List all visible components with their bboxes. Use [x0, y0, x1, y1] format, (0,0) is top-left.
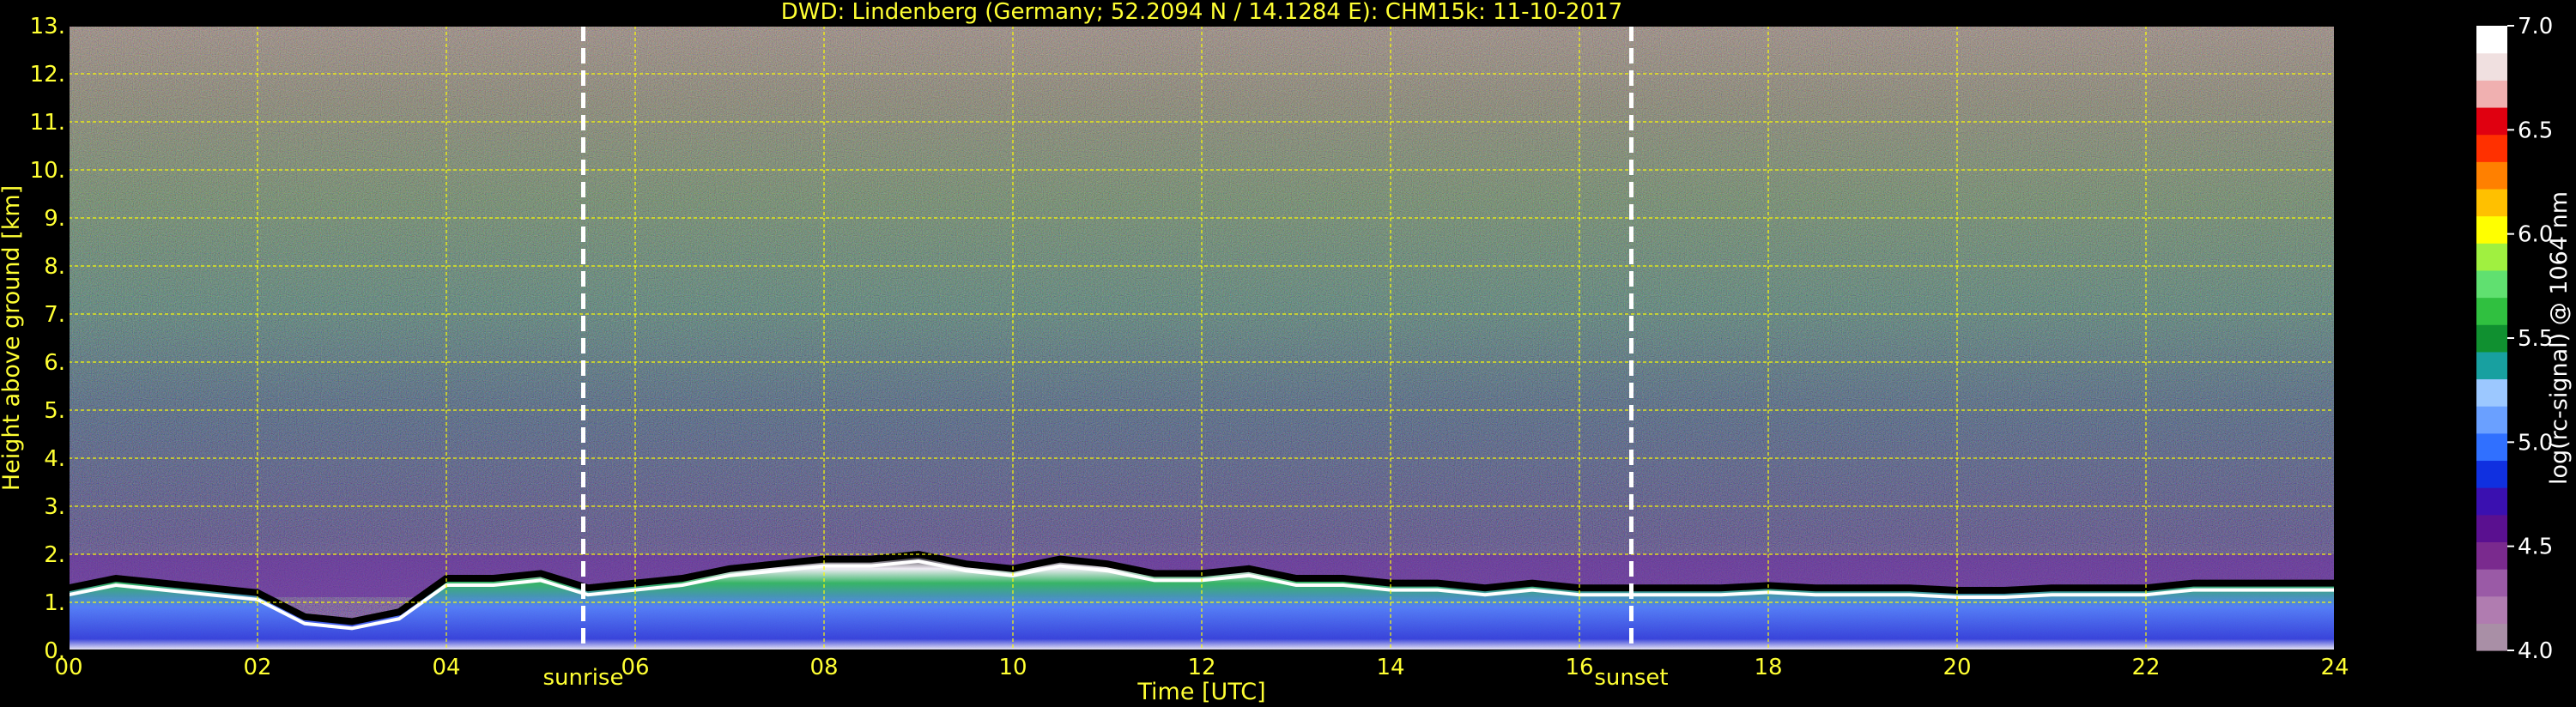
x-tick-label: 22: [2131, 655, 2160, 680]
colorbar-segment: [2476, 378, 2507, 407]
colorbar-tick-label: 4.5: [2518, 535, 2553, 560]
x-tick-label: 06: [621, 655, 649, 680]
colorbar-label: log(rc-signal) @ 1064 nm: [2546, 191, 2573, 485]
colorbar-tick-label: 7.0: [2518, 14, 2553, 39]
colorbar-segment: [2476, 297, 2507, 325]
colorbar-segment: [2476, 324, 2507, 353]
colorbar-segment: [2476, 351, 2507, 380]
annotation-label-sunrise: sunrise: [543, 665, 624, 691]
y-axis-label: Height above ground [km]: [0, 185, 25, 491]
colorbar-segment: [2476, 188, 2507, 217]
colorbar-segment: [2476, 623, 2507, 651]
colorbar-segment: [2476, 514, 2507, 542]
x-tick-label: 08: [809, 655, 838, 680]
colorbar-segment: [2476, 215, 2507, 244]
y-tick-label: 9.: [44, 206, 65, 232]
colorbar-segment: [2476, 432, 2507, 462]
colorbar-segment: [2476, 541, 2507, 570]
x-tick-label: 20: [1943, 655, 1971, 680]
y-tick-label: 11.: [30, 110, 65, 136]
x-tick-label: 14: [1376, 655, 1404, 680]
x-tick-label: 04: [432, 655, 460, 680]
y-tick-label: 0.: [44, 638, 65, 664]
colorbar-segment: [2476, 52, 2507, 81]
colorbar-segment: [2476, 569, 2507, 597]
y-tick-label: 3.: [44, 494, 65, 520]
y-tick-label: 13.: [30, 14, 65, 39]
colorbar-segment: [2476, 595, 2507, 624]
x-tick-labels: 00 02 04 06 08 10 12 14 16 18 20 22 24: [54, 655, 2349, 680]
colorbar-segment: [2476, 487, 2507, 516]
colorbar-segment: [2476, 106, 2507, 136]
colorbar-segment: [2476, 243, 2507, 271]
x-tick-label: 24: [2320, 655, 2349, 680]
colorbar-tick-label: 6.5: [2518, 118, 2553, 143]
x-tick-label: 10: [998, 655, 1027, 680]
x-tick-label: 18: [1754, 655, 1782, 680]
y-tick-label: 5.: [44, 398, 65, 424]
y-tick-label: 7.: [44, 302, 65, 328]
y-tick-label: 6.: [44, 350, 65, 376]
colorbar-segment: [2476, 80, 2507, 108]
plot-area: [69, 26, 2335, 650]
colorbar-segment: [2476, 406, 2507, 434]
y-tick-label: 1.: [44, 590, 65, 616]
y-tick-label: 8.: [44, 254, 65, 280]
colorbar-segment: [2476, 269, 2507, 299]
y-tick-label: 10.: [30, 158, 65, 184]
colorbar-segment: [2476, 26, 2507, 54]
x-tick-label: 16: [1565, 655, 1593, 680]
y-tick-label: 2.: [44, 542, 65, 568]
ceilometer-chart: DWD: Lindenberg (Germany; 52.2094 N / 14…: [0, 0, 2573, 705]
x-axis-label: Time [UTC]: [1136, 679, 1265, 705]
colorbar-segment: [2476, 460, 2507, 488]
annotation-label-sunset: sunset: [1594, 665, 1668, 691]
colorbar-tick-label: 4.0: [2518, 638, 2553, 664]
chart-title: DWD: Lindenberg (Germany; 52.2094 N / 14…: [781, 0, 1622, 25]
x-tick-label: 12: [1187, 655, 1215, 680]
x-tick-label: 02: [243, 655, 271, 680]
annotation-labels: sunrise sunset: [543, 665, 1669, 691]
colorbar-segment: [2476, 161, 2507, 190]
y-tick-labels: 0. 1. 2. 3. 4. 5. 6. 7. 8. 9. 10. 11. 12. 13.: [30, 14, 65, 664]
colorbar: [2476, 26, 2507, 651]
y-tick-label: 12.: [30, 62, 65, 88]
y-tick-label: 4.: [44, 446, 65, 472]
colorbar-segment: [2476, 134, 2507, 162]
